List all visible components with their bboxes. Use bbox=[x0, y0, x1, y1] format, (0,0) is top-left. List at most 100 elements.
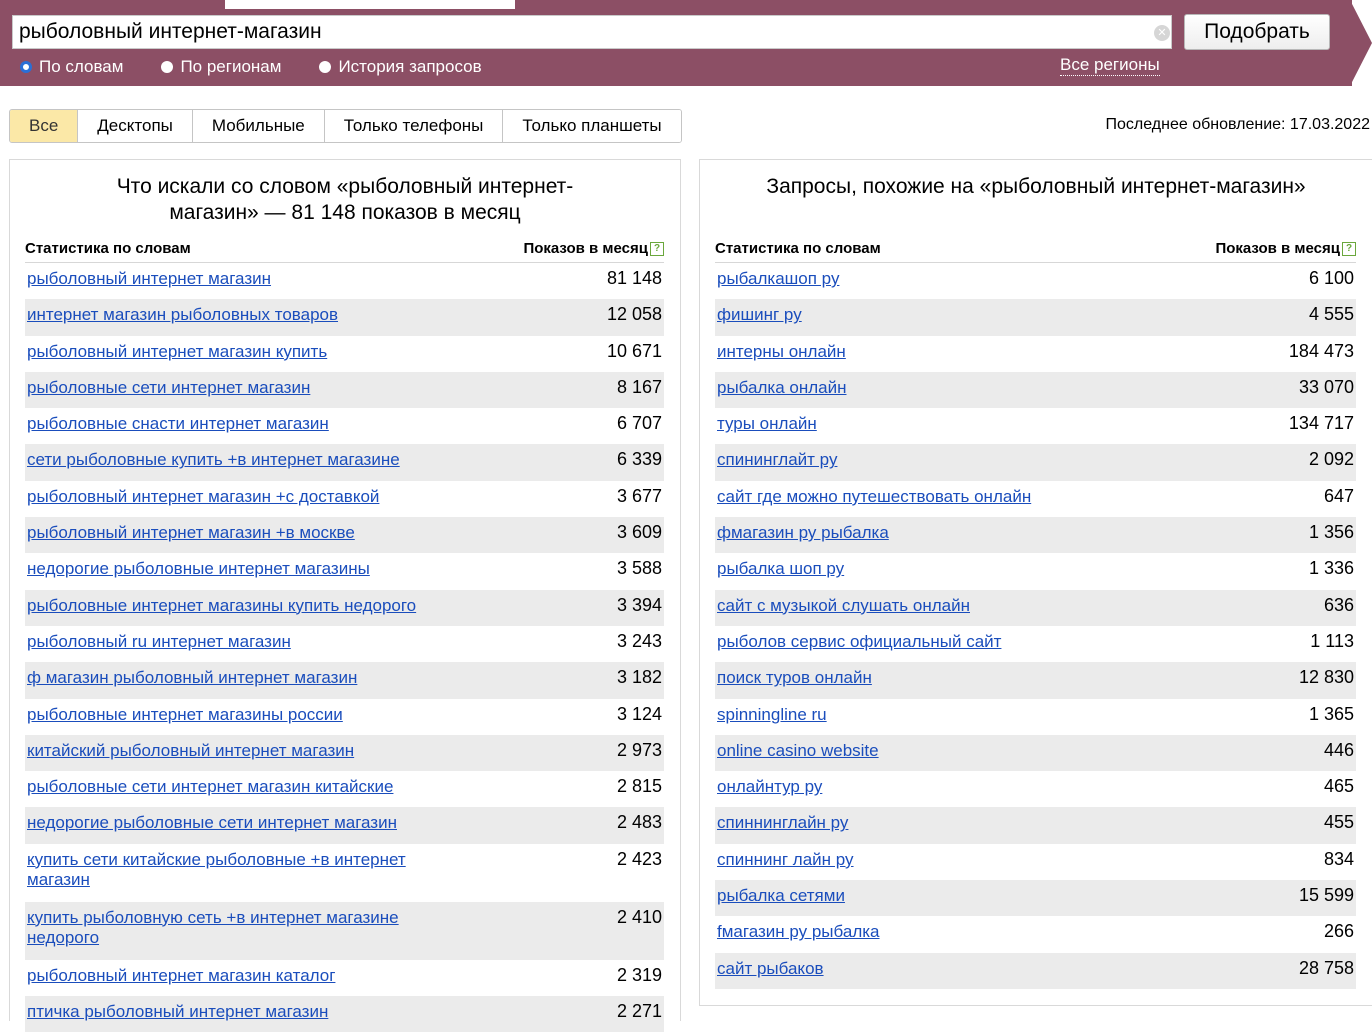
radio-icon bbox=[161, 61, 174, 73]
impressions-count: 12 058 bbox=[606, 304, 662, 325]
table-row: рыболов сервис официальный сайт 1 113 bbox=[715, 625, 1356, 663]
phrase-link[interactable]: спиннинг лайн ру bbox=[715, 844, 1356, 870]
phrase-link[interactable]: рыболовный интернет магазин купить bbox=[25, 336, 664, 362]
words-panel: Что искали со словом «рыболовный интерне… bbox=[9, 159, 681, 1032]
phrase-link[interactable]: рыбалка сетями bbox=[715, 880, 1356, 906]
phrase-link[interactable]: рыболовные сети интернет магазин китайск… bbox=[25, 771, 664, 797]
search-input[interactable] bbox=[19, 18, 1119, 46]
phrase-link[interactable]: fмагазин ру рыбалка bbox=[715, 916, 1356, 942]
impressions-count: 10 671 bbox=[606, 340, 662, 361]
impressions-count: 3 182 bbox=[616, 667, 662, 688]
words-table: рыболовный интернет магазин 81 148 интерне… bbox=[25, 263, 664, 1032]
phrase-link[interactable]: рыболовный интернет магазин +с доставкой bbox=[25, 481, 664, 507]
impressions-count: 1 365 bbox=[1308, 703, 1354, 724]
impressions-count: 81 148 bbox=[606, 268, 662, 288]
phrase-link[interactable]: китайский рыболовный интернет магазин bbox=[25, 735, 664, 761]
phrase-link[interactable]: фишинг ру bbox=[715, 299, 1356, 325]
phrase-link[interactable]: недорогие рыболовные интернет магазины bbox=[25, 553, 664, 579]
phrase-link[interactable]: рыболов сервис официальный сайт bbox=[715, 626, 1356, 652]
phrase-link[interactable]: рыболовные интернет магазины купить недо… bbox=[25, 590, 664, 616]
phrase-link[interactable]: рыбалкашоп ру bbox=[715, 263, 1356, 289]
mode-by-regions[interactable]: По регионам bbox=[161, 56, 281, 78]
table-row: рыболовный интернет магазин каталог 2 319 bbox=[25, 959, 664, 997]
column-header-count-label: Показов в месяц bbox=[523, 240, 648, 257]
table-row: фишинг ру 4 555 bbox=[715, 299, 1356, 336]
clear-icon[interactable]: ✕ bbox=[1154, 25, 1170, 41]
impressions-count: 2 423 bbox=[616, 848, 662, 869]
phrase-link[interactable]: рыболовные сети интернет магазин bbox=[25, 372, 664, 398]
phrase-link[interactable]: туры онлайн bbox=[715, 408, 1356, 434]
phrase-link[interactable]: рыболовные снасти интернет магазин bbox=[25, 408, 664, 434]
table-row: рыболовные снасти интернет магазин 6 707 bbox=[25, 408, 664, 445]
phrase-link[interactable]: рыболовный интернет магазин каталог bbox=[25, 960, 664, 986]
phrase-link[interactable]: сети рыболовные купить +в интернет магаз… bbox=[25, 444, 664, 470]
impressions-count: 184 473 bbox=[1288, 340, 1354, 361]
phrase-link[interactable]: рыбалка шоп ру bbox=[715, 553, 1356, 579]
phrase-link[interactable]: спининглайт ру bbox=[715, 444, 1356, 470]
tab-all[interactable]: Все bbox=[10, 110, 79, 142]
table-row: рыболовный интернет магазин +с доставкой… bbox=[25, 480, 664, 518]
table-row: сайт с музыкой слушать онлайн 636 bbox=[715, 589, 1356, 626]
table-row: fмагазин ру рыбалка 266 bbox=[715, 916, 1356, 953]
search-box: ✕ bbox=[12, 15, 1172, 49]
phrase-link[interactable]: рыболовный интернет магазин bbox=[25, 263, 664, 289]
phrase-link[interactable]: рыболовные интернет магазины россии bbox=[25, 699, 664, 725]
phrase-link[interactable]: рыболовный интернет магазин +в москве bbox=[25, 517, 664, 543]
help-icon[interactable]: ? bbox=[1342, 241, 1356, 256]
phrase-link[interactable]: птичка рыболовный интернет магазин bbox=[25, 996, 664, 1022]
table-row: рыболовный ru интернет магазин 3 243 bbox=[25, 625, 664, 663]
phrase-link[interactable]: ф магазин рыболовный интернет магазин bbox=[25, 662, 664, 688]
phrase-link[interactable]: сайт где можно путешествовать онлайн bbox=[715, 481, 1356, 507]
table-row: спининглайт ру 2 092 bbox=[715, 444, 1356, 481]
table-row: рыболовные сети интернет магазин 8 167 bbox=[25, 371, 664, 409]
table-row: онлайнтур ру 465 bbox=[715, 771, 1356, 808]
phrase-link[interactable]: купить сети китайские рыболовные +в инте… bbox=[25, 844, 457, 890]
table-row: ф магазин рыболовный интернет магазин 3 1… bbox=[25, 662, 664, 699]
table-row: рыбалкашоп ру 6 100 bbox=[715, 263, 1356, 300]
tab-phones[interactable]: Только телефоны bbox=[324, 110, 504, 142]
phrase-link[interactable]: интерны онлайн bbox=[715, 336, 1356, 362]
header-arrow bbox=[1350, 0, 1372, 86]
table-row: спиннинг лайн ру 834 bbox=[715, 843, 1356, 881]
submit-button[interactable]: Подобрать bbox=[1184, 14, 1330, 50]
impressions-count: 2 092 bbox=[1308, 449, 1354, 470]
phrase-link[interactable]: сайт с музыкой слушать онлайн bbox=[715, 590, 1356, 616]
phrase-link[interactable]: рыбалка онлайн bbox=[715, 372, 1356, 398]
column-header-phrase: Статистика по словам bbox=[25, 240, 191, 257]
table-row: рыболовный интернет магазин купить 10 671 bbox=[25, 335, 664, 372]
impressions-count: 12 830 bbox=[1298, 667, 1354, 688]
impressions-count: 1 356 bbox=[1308, 522, 1354, 543]
impressions-count: 647 bbox=[1323, 485, 1354, 506]
impressions-count: 3 394 bbox=[616, 594, 662, 615]
impressions-count: 2 410 bbox=[616, 906, 662, 927]
panel-title: Что искали со словом «рыболовный интерне… bbox=[116, 175, 574, 224]
impressions-count: 1 113 bbox=[1310, 630, 1354, 651]
table-row: spinningline ru 1 365 bbox=[715, 698, 1356, 735]
phrase-link[interactable]: онлайнтур ру bbox=[715, 771, 1356, 797]
phrase-link[interactable]: интернет магазин рыболовных товаров bbox=[25, 299, 664, 325]
impressions-count: 2 973 bbox=[616, 739, 662, 760]
phrase-link[interactable]: фмагазин ру рыбалка bbox=[715, 517, 1356, 543]
phrase-link[interactable]: online casino website bbox=[715, 735, 1356, 761]
phrase-link[interactable]: спиннинглайн ру bbox=[715, 807, 1356, 833]
impressions-count: 3 588 bbox=[616, 558, 662, 579]
phrase-link[interactable]: купить рыболовную сеть +в интернет магаз… bbox=[25, 902, 457, 948]
table-row: сайт рыбаков 28 758 bbox=[715, 952, 1356, 989]
mode-history[interactable]: История запросов bbox=[319, 56, 482, 78]
phrase-link[interactable]: сайт рыбаков bbox=[715, 953, 1356, 979]
header-cut bbox=[225, 0, 515, 9]
phrase-link[interactable]: spinningline ru bbox=[715, 699, 1356, 725]
phrase-link[interactable]: поиск туров онлайн bbox=[715, 662, 1356, 688]
phrase-link[interactable]: недорогие рыболовные сети интернет магаз… bbox=[25, 807, 664, 833]
regions-link[interactable]: Все регионы bbox=[1060, 55, 1160, 76]
column-header-phrase: Статистика по словам bbox=[715, 240, 881, 257]
phrase-link[interactable]: рыболовный ru интернет магазин bbox=[25, 626, 664, 652]
tab-mobile[interactable]: Мобильные bbox=[192, 110, 325, 142]
tab-desktops[interactable]: Десктопы bbox=[78, 110, 193, 142]
help-icon[interactable]: ? bbox=[650, 241, 664, 256]
panel-title: Запросы, похожие на «рыболовный интернет… bbox=[766, 175, 1306, 198]
table-row: сайт где можно путешествовать онлайн 647 bbox=[715, 480, 1356, 518]
mode-by-words[interactable]: По словам bbox=[20, 56, 123, 78]
mode-label: История запросов bbox=[338, 57, 482, 76]
tab-tablets[interactable]: Только планшеты bbox=[503, 110, 681, 142]
